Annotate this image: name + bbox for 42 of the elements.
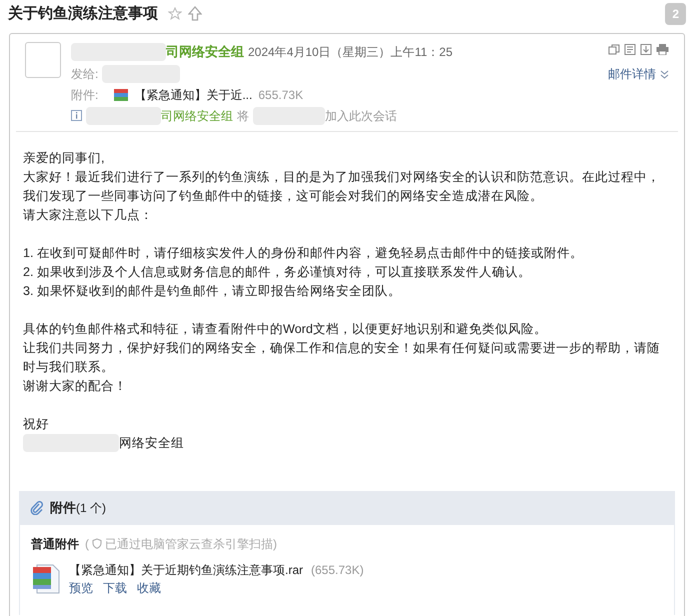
signature-text: 网络安全组 [119,434,184,452]
notice-text: 将 [237,108,249,124]
body-paragraph: 大家好！最近我们进行了一系列的钓鱼演练，目的是为了加强我们对网络安全的认识和防范意识。在此过程中，我们发现了一些同事访问了钓鱼邮件中的链接，这可能会对我们的网络安全造成潜在风险。 [23,168,661,204]
avatar [25,42,61,78]
attachment-heading: 附件 [50,498,76,517]
attachment-size: 655.73K [258,86,304,104]
attachment-link[interactable]: 【紧急通知】关于近... [134,86,252,104]
attachment-action-link[interactable]: 收藏 [137,578,161,596]
print-icon[interactable] [656,44,669,55]
email-subject: 关于钓鱼演练注意事项 [8,4,158,24]
scan-status: 已通过电脑管家云查杀引擎扫描) [105,536,277,552]
download-icon[interactable] [640,44,652,55]
recipient-label: 发给: [71,66,98,82]
attachment-size: (655.73K) [311,562,364,578]
body-paragraph: 请大家注意以下几点： [23,206,154,224]
body-paragraph: 3. 如果怀疑收到的邮件是钓鱼邮件，请立即报告给网络安全团队。 [23,282,402,300]
attachment-filename: 【紧急通知】关于近期钓鱼演练注意事项.rar [69,562,303,578]
body-paragraph: 1. 在收到可疑邮件时，请仔细核实发件人的身份和邮件内容，避免轻易点击邮件中的链接或附件。 [23,244,584,262]
document-icon[interactable] [624,44,636,55]
attachment-count: (1 个) [76,500,106,516]
chevron-down-icon[interactable] [660,70,669,78]
paperclip-icon [30,500,44,514]
star-icon[interactable] [168,7,182,21]
up-arrow-icon[interactable] [188,6,202,22]
body-paragraph: 具体的钓鱼邮件格式和特征，请查看附件中的Word文档，以便更好地识别和避免类似风险。 [23,320,548,338]
attachment-group-label: 普通附件 [31,536,79,552]
attachment-action-link[interactable]: 下载 [103,578,127,596]
window-icon[interactable] [608,44,620,55]
body-paragraph: 亲爱的同事们, [23,150,106,166]
body-paragraph: 2. 如果收到涉及个人信息或财务信息的邮件，务必谨慎对待，可以直接联系发件人确认。 [23,264,532,280]
attachment-action-link[interactable]: 预览 [69,578,93,596]
sent-date: 2024年4月10日（星期三）上午11：25 [248,44,453,61]
scan-paren: ( [85,536,89,552]
archive-file-icon [114,88,128,100]
notice-text: 加入此次会话 [325,108,397,124]
attachment-label: 附件: [71,86,98,104]
body-paragraph: 让我们共同努力，保护好我们的网络安全，确保工作和信息的安全！如果有任何疑问或需要进一步的帮助，请随时与我们联系。 [23,340,661,376]
body-paragraph: 祝好 [23,416,50,432]
shield-icon [92,538,102,549]
details-link[interactable]: 邮件详情 [608,65,656,83]
info-icon [71,110,82,121]
body-paragraph: 谢谢大家的配合！ [23,378,128,394]
